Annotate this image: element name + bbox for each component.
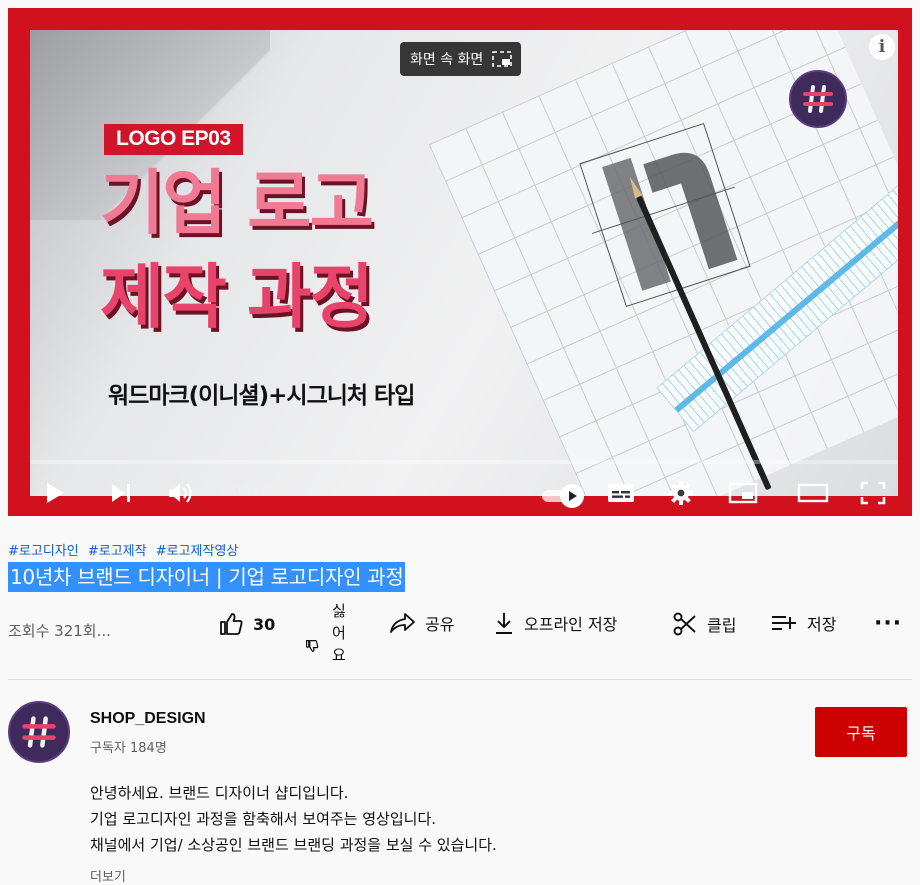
download-icon <box>496 613 512 634</box>
progress-bar[interactable] <box>30 460 898 464</box>
scissors-icon <box>673 612 696 636</box>
clip-label: 클립 <box>707 616 737 635</box>
pip-tooltip-label: 화면 속 화면 <box>410 52 484 68</box>
autoplay-play-icon <box>569 491 577 501</box>
hashtag-link[interactable]: #로고제작 <box>88 544 147 559</box>
hash-logo-icon <box>803 85 833 113</box>
theater-mode-button[interactable] <box>794 474 832 512</box>
subtitles-icon <box>608 484 634 502</box>
offline-save-label: 오프라인 저장 <box>524 615 618 634</box>
fullscreen-icon <box>860 481 886 505</box>
subscribe-button[interactable]: 구독 <box>815 707 907 757</box>
playlist-add-icon <box>772 616 796 630</box>
next-button[interactable] <box>104 474 138 512</box>
show-more-link[interactable]: 더보기 <box>90 866 126 885</box>
more-dots-icon: ··· <box>874 611 903 636</box>
like-count: 30 <box>253 614 276 634</box>
video-description: 안녕하세요. 브랜드 디자이너 샵디입니다. 기업 로고디자인 과정을 함축해서… <box>90 780 497 858</box>
gear-icon <box>669 481 693 505</box>
description-line: 안녕하세요. 브랜드 디자이너 샵디입니다. <box>90 784 349 802</box>
description-line: 채널에서 기업/ 소상공인 브랜드 브랜딩 과정을 보실 수 있습니다. <box>90 836 497 854</box>
channel-avatar[interactable] <box>8 701 70 763</box>
dislike-char: 요 <box>332 646 346 664</box>
share-label: 공유 <box>425 615 455 634</box>
description-line: 기업 로고디자인 과정을 함축해서 보여주는 영상입니다. <box>90 810 437 828</box>
subscriber-count: 구독자 184명 <box>90 741 167 756</box>
autoplay-knob <box>560 484 584 508</box>
video-player[interactable]: LOGO EP03 기업 로고 제작 과정 워드마크(이니셜)+시그니처 타입 … <box>8 8 912 516</box>
hashtag-list: #로고디자인 #로고제작 #로고제작영상 <box>8 540 243 559</box>
time-display: 0:00 / 6:22 <box>220 483 291 500</box>
dislike-label: 싫 어 요 <box>332 600 346 666</box>
video-title: 10년차 브랜드 디자이너 | 기업 로고디자인 과정 <box>8 562 406 592</box>
view-count: 조회수 321회... <box>8 622 111 640</box>
dislike-button[interactable]: 싫 어 요 <box>305 600 346 666</box>
miniplayer-button[interactable] <box>726 474 760 512</box>
pip-exit-icon <box>492 51 513 67</box>
play-icon <box>47 483 64 503</box>
thumbnail-headline-2: 제작 과정 <box>100 256 374 338</box>
hashtag-link[interactable]: #로고디자인 <box>8 544 79 559</box>
volume-button[interactable] <box>164 474 198 512</box>
channel-watermark[interactable] <box>789 70 847 128</box>
channel-name[interactable]: SHOP_DESIGN <box>90 710 206 728</box>
thumbnail-headline-1: 기업 로고 <box>100 162 374 244</box>
thumbnail-subheadline: 워드마크(이니셜)+시그니처 타입 <box>108 383 415 409</box>
theater-icon <box>797 483 829 503</box>
share-button[interactable]: 공유 <box>388 611 454 635</box>
like-button[interactable]: 30 <box>218 611 275 637</box>
hash-logo-icon <box>22 716 56 748</box>
settings-button[interactable] <box>664 474 698 512</box>
info-icon[interactable]: i <box>869 34 895 60</box>
save-to-playlist-button[interactable]: 저장 <box>770 611 836 635</box>
play-button[interactable] <box>38 474 72 512</box>
dislike-char: 어 <box>332 624 346 642</box>
thumbs-up-icon <box>220 613 243 635</box>
miniplayer-icon <box>728 482 758 504</box>
next-icon <box>112 484 130 502</box>
volume-icon <box>169 483 192 503</box>
episode-badge: LOGO EP03 <box>104 124 243 155</box>
dislike-char: 싫 <box>332 602 346 620</box>
divider <box>8 679 912 680</box>
save-label: 저장 <box>807 615 837 634</box>
pip-tooltip: 화면 속 화면 <box>400 42 522 76</box>
offline-save-button[interactable]: 오프라인 저장 <box>493 611 617 635</box>
more-actions-button[interactable]: ··· <box>874 611 902 636</box>
share-icon <box>390 613 415 633</box>
thumbs-down-icon <box>306 640 319 652</box>
subtitles-button[interactable] <box>604 474 638 512</box>
autoplay-toggle[interactable] <box>542 484 584 508</box>
fullscreen-button[interactable] <box>856 474 890 512</box>
hashtag-link[interactable]: #로고제작영상 <box>156 544 239 559</box>
clip-button[interactable]: 클립 <box>672 611 736 637</box>
